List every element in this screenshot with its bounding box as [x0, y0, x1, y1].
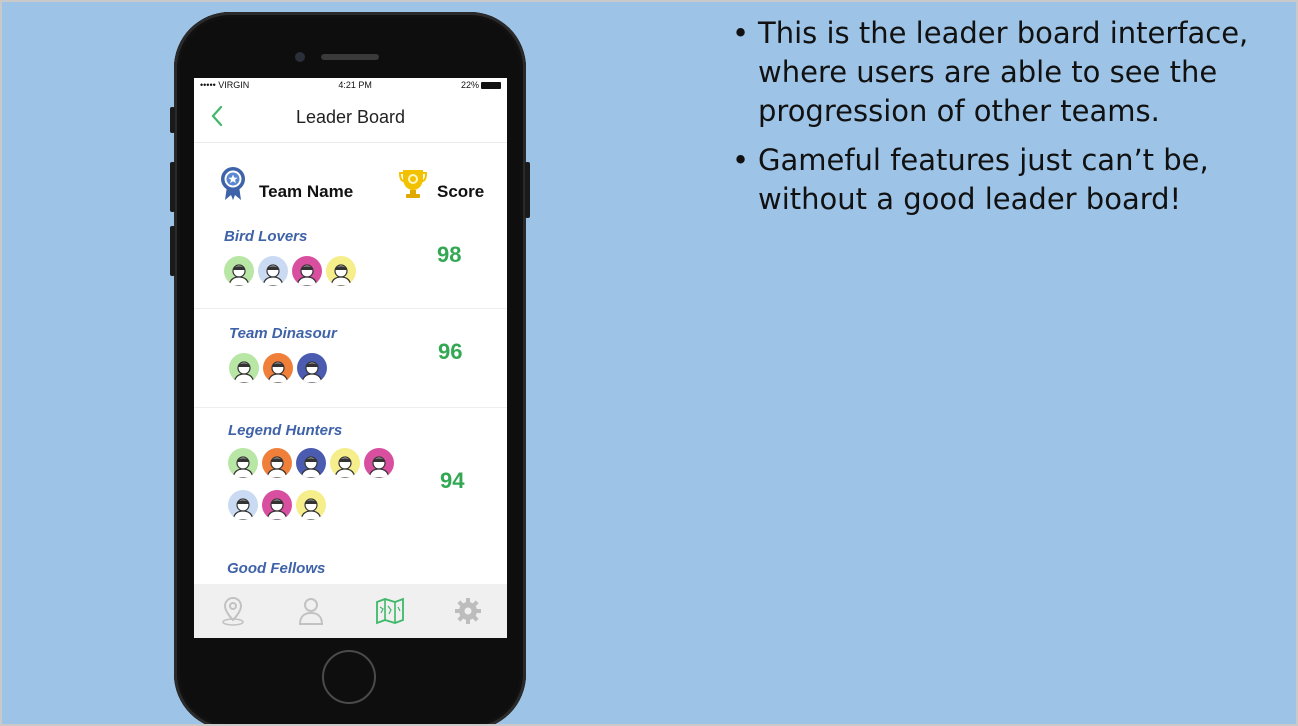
avatar	[263, 353, 293, 383]
avatar	[224, 256, 254, 286]
team-name: Bird Lovers	[224, 228, 308, 245]
bullet-list: • This is the leader board interface, wh…	[732, 14, 1292, 229]
team-name: Good Fellows	[227, 560, 326, 577]
home-button	[322, 650, 376, 704]
bullet-item: • Gameful features just can’t be, withou…	[732, 141, 1292, 219]
avatar	[292, 256, 322, 286]
user-icon[interactable]	[291, 591, 331, 631]
team-members	[228, 448, 403, 520]
team-row[interactable]: Team Dinasour 96	[194, 309, 507, 408]
phone-screen: ••••• VIRGIN 4:21 PM 22% Leader Board Te…	[194, 78, 507, 638]
avatar	[364, 448, 394, 478]
avatar	[228, 448, 258, 478]
battery-icon	[481, 82, 501, 90]
bullet-glyph: •	[732, 143, 750, 177]
avatar	[262, 490, 292, 520]
bullet-text: This is the leader board interface, wher…	[758, 16, 1249, 128]
team-score: 96	[438, 339, 463, 364]
trophy-icon	[398, 166, 428, 205]
avatar	[262, 448, 292, 478]
team-row[interactable]: Legend Hunters 94	[194, 408, 507, 553]
avatar	[229, 353, 259, 383]
avatar	[296, 448, 326, 478]
team-name-column-label: Team Name	[259, 182, 354, 201]
avatar	[296, 490, 326, 520]
mute-switch	[170, 107, 175, 133]
team-row[interactable]: Bird Lovers 98	[194, 220, 507, 309]
team-name: Legend Hunters	[228, 422, 343, 439]
avatar	[330, 448, 360, 478]
tab-bar	[194, 584, 507, 638]
slide: ••••• VIRGIN 4:21 PM 22% Leader Board Te…	[0, 0, 1298, 726]
clock-label: 4:21 PM	[338, 80, 372, 90]
volume-up-button	[170, 162, 175, 212]
avatar	[326, 256, 356, 286]
battery-indicator: 22%	[461, 80, 501, 90]
earpiece-speaker	[321, 54, 379, 60]
battery-label: 22%	[460, 80, 479, 90]
bullet-item: • This is the leader board interface, wh…	[732, 14, 1292, 131]
phone-mockup: ••••• VIRGIN 4:21 PM 22% Leader Board Te…	[170, 12, 530, 724]
status-bar: ••••• VIRGIN 4:21 PM 22%	[194, 78, 507, 92]
volume-down-button	[170, 226, 175, 276]
avatar	[258, 256, 288, 286]
ribbon-badge-icon	[220, 166, 246, 207]
bullet-text: Gameful features just can’t be, without …	[758, 143, 1209, 216]
avatar	[297, 353, 327, 383]
page-title: Leader Board	[295, 107, 406, 127]
gear-icon[interactable]	[448, 591, 488, 631]
team-score: 94	[440, 468, 465, 493]
team-members	[229, 353, 429, 383]
power-button	[525, 162, 530, 218]
team-score: 98	[437, 242, 462, 267]
team-members	[224, 256, 424, 286]
score-column-label: Score	[437, 182, 485, 201]
leaderboard-header: Team Name Score	[194, 166, 507, 206]
avatar	[228, 490, 258, 520]
nav-bar: Leader Board	[194, 92, 507, 143]
carrier-label: ••••• VIRGIN	[200, 80, 250, 90]
bullet-glyph: •	[732, 16, 750, 50]
map-icon[interactable]	[370, 591, 410, 631]
front-camera	[295, 52, 305, 62]
location-pin-icon[interactable]	[213, 591, 253, 631]
team-name: Team Dinasour	[229, 325, 337, 342]
